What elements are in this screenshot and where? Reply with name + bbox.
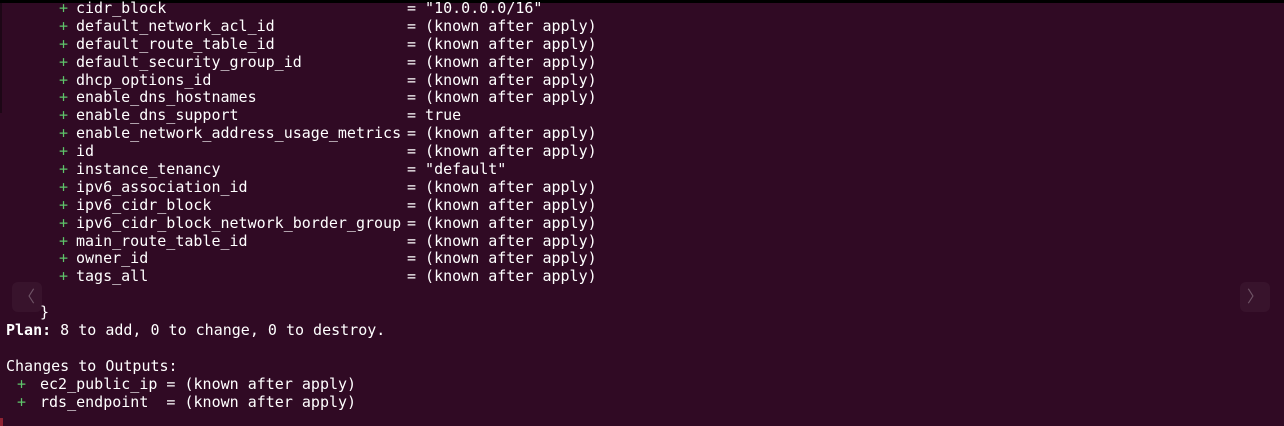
attribute-row: + default_network_acl_id = (known after ap…: [6, 16, 1284, 36]
outputs-list: + ec2_public_ip = (known after apply) + rds…: [6, 374, 1284, 412]
output-row: + ec2_public_ip = (known after apply): [6, 374, 1284, 394]
attribute-name: default_security_group_id: [76, 52, 302, 71]
attribute-row: + dhcp_options_id = (known after apply): [6, 70, 1284, 90]
attribute-row: + enable_dns_support = true: [6, 106, 1284, 125]
attribute-name: ipv6_cidr_block: [76, 195, 212, 214]
attribute-value: = (known after apply): [407, 16, 597, 35]
attribute-name: ipv6_association_id: [76, 177, 248, 196]
attribute-value: = (known after apply): [407, 124, 597, 143]
attribute-value: = "10.0.0.0/16": [407, 0, 543, 17]
cursor-marker: [0, 418, 3, 426]
attribute-value: = "default": [407, 160, 507, 179]
attribute-name: instance_tenancy: [76, 160, 221, 179]
attribute-value: = (known after apply): [407, 34, 597, 53]
chevron-left-icon[interactable]: 〈: [12, 282, 42, 312]
attribute-value: = (known after apply): [407, 267, 597, 286]
plus-sign: +: [59, 160, 69, 179]
attribute-row: + enable_dns_hostnames = (known after appl…: [6, 89, 1284, 107]
attribute-value: = (known after apply): [407, 88, 597, 107]
attribute-value: = (known after apply): [407, 249, 597, 268]
attribute-name: ipv6_cidr_block_network_border_group: [76, 213, 402, 232]
attribute-row: + default_security_group_id = (known after…: [6, 52, 1284, 72]
attribute-row: + cidr_block = "10.0.0.0/16": [6, 0, 1284, 18]
plus-sign: +: [59, 195, 69, 214]
attribute-row: + enable_network_address_usage_metrics = (…: [6, 124, 1284, 143]
terminal-output[interactable]: + cidr_block = "10.0.0.0/16" + default_netwo…: [6, 0, 1284, 411]
attribute-value: = (known after apply): [407, 70, 597, 89]
plus-sign: +: [59, 249, 69, 268]
left-edge-shadow: [0, 3, 2, 113]
plus-sign: +: [59, 106, 69, 125]
outputs-header: Changes to Outputs:: [6, 356, 178, 375]
plan-label: Plan:: [6, 321, 52, 340]
closing-brace-line: }: [6, 286, 1284, 321]
chevron-right-icon[interactable]: 〉: [1240, 282, 1270, 312]
plan-summary-line: Plan: 8 to add, 0 to change, 0 to destro…: [6, 321, 1284, 340]
plus-sign: +: [59, 0, 69, 17]
plus-sign: +: [59, 34, 69, 53]
attribute-name: default_route_table_id: [76, 34, 275, 53]
attribute-value: = (known after apply): [407, 177, 597, 196]
attribute-name: enable_network_address_usage_metrics: [76, 124, 402, 143]
attribute-row: + default_route_table_id = (known after ap…: [6, 34, 1284, 54]
plus-sign: +: [59, 52, 69, 71]
plus-sign: +: [59, 16, 69, 35]
attribute-row: + tags_all = (known after apply): [6, 267, 1284, 286]
attribute-row: + main_route_table_id = (known after apply…: [6, 231, 1284, 251]
attribute-row: + owner_id = (known after apply): [6, 250, 1284, 268]
plus-sign: +: [59, 70, 69, 89]
plus-sign: +: [59, 267, 69, 286]
attribute-name: tags_all: [76, 267, 149, 286]
plus-sign: +: [59, 213, 69, 232]
attribute-name: main_route_table_id: [76, 231, 248, 250]
plus-sign: +: [59, 177, 69, 196]
plus-sign: +: [59, 88, 69, 107]
plan-summary-text: 8 to add, 0 to change, 0 to destroy.: [51, 321, 386, 340]
attribute-value: = (known after apply): [407, 52, 597, 71]
attribute-row: + ipv6_cidr_block = (known after apply): [6, 195, 1284, 215]
attribute-value: = (known after apply): [407, 213, 597, 232]
attribute-value: = (known after apply): [407, 142, 597, 161]
attribute-name: dhcp_options_id: [76, 70, 212, 89]
attribute-name: enable_dns_support: [76, 106, 239, 125]
attribute-name: cidr_block: [76, 0, 167, 17]
plus-sign: +: [17, 374, 27, 393]
output-row: + rds_endpoint = (known after apply): [6, 392, 1284, 412]
output-text: ec2_public_ip = (known after apply): [40, 374, 357, 393]
attribute-row: + ipv6_cidr_block_network_border_group = (…: [6, 213, 1284, 233]
attribute-value: = true: [407, 106, 462, 125]
attribute-row: + ipv6_association_id = (known after apply…: [6, 177, 1284, 197]
attribute-name: owner_id: [76, 249, 149, 268]
plus-sign: +: [59, 142, 69, 161]
attribute-row: + instance_tenancy = "default": [6, 160, 1284, 179]
attribute-value: = (known after apply): [407, 231, 597, 250]
resource-attribute-list: + cidr_block = "10.0.0.0/16" + default_netwo…: [6, 0, 1284, 286]
attribute-row: + id = (known after apply): [6, 142, 1284, 161]
attribute-name: enable_dns_hostnames: [76, 88, 257, 107]
output-text: rds_endpoint = (known after apply): [40, 392, 357, 411]
plus-sign: +: [17, 392, 27, 411]
attribute-name: id: [76, 142, 95, 161]
plus-sign: +: [59, 124, 69, 143]
attribute-name: default_network_acl_id: [76, 16, 275, 35]
plus-sign: +: [59, 231, 69, 250]
attribute-value: = (known after apply): [407, 195, 597, 214]
